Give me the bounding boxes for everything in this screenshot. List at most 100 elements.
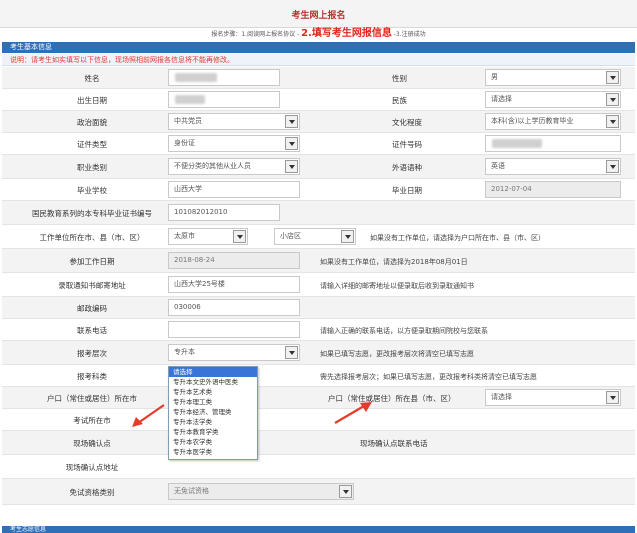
- chevron-down-icon: [606, 160, 619, 173]
- category-option[interactable]: 专升本农学类: [169, 437, 257, 447]
- blurred-birth: [175, 95, 205, 104]
- header-band: 考生网上报名 报名步骤：1.阅读网上报名协议 - 2.填写考生网报信息 -3.注…: [0, 0, 637, 39]
- category-dropdown[interactable]: 请选择 专升本文史外语中医类 专升本艺术类 专升本理工类 专升本经济、管理类 专升本法学类…: [168, 366, 258, 460]
- page-title: 考生网上报名: [291, 11, 346, 21]
- gender-value: 男: [491, 73, 498, 81]
- exemption-label: 免试资格类别: [69, 488, 115, 497]
- school-input[interactable]: 山西大学: [168, 181, 300, 198]
- blurred-id: [492, 139, 542, 148]
- work-district-select[interactable]: 小店区: [274, 228, 356, 245]
- cert-no-input[interactable]: 101082012010: [168, 204, 280, 221]
- id-type-label: 证件类型: [77, 140, 107, 149]
- ethnicity-value: 请选择: [491, 95, 512, 103]
- work-city-select[interactable]: 太原市: [168, 228, 248, 245]
- ethnicity-select[interactable]: 请选择: [485, 91, 621, 108]
- category-option[interactable]: 专升本艺术类: [169, 387, 257, 397]
- politics-select[interactable]: 中共党员: [168, 113, 300, 130]
- chevron-down-icon: [285, 160, 298, 173]
- annotation-arrow-right: [334, 402, 372, 424]
- postcode-label: 邮政编码: [77, 304, 107, 313]
- chevron-down-icon: [339, 485, 352, 498]
- phone-hint: 请输入正确的联系电话，以方便录取期间院校与您联系: [320, 327, 488, 335]
- work-loc-hint: 如果没有工作单位，请选择为户口所在市、县（市、区）: [370, 234, 545, 242]
- occupation-value: 不便分类的其他从业人员: [174, 162, 251, 170]
- chevron-down-icon: [606, 71, 619, 84]
- chevron-down-icon: [606, 391, 619, 404]
- level-hint: 如果已填写志愿，更改报考层次将清空已填写志愿: [320, 350, 474, 358]
- work-date-field[interactable]: 2018-08-24: [168, 252, 300, 269]
- id-number-input[interactable]: [485, 135, 621, 152]
- birth-input[interactable]: [168, 91, 280, 108]
- name-input[interactable]: [168, 69, 280, 86]
- postcode-input[interactable]: 030006: [168, 299, 300, 316]
- footer-section-title: 考生志愿信息: [2, 526, 635, 533]
- name-label: 姓名: [84, 74, 100, 83]
- grad-date-field: 2012-07-04: [485, 181, 621, 198]
- mail-addr-hint: 请输入详细的邮寄地址以便录取后收到录取通知书: [320, 282, 474, 290]
- work-date-hint: 如果没有工作单位，请选择为2018年08月01日: [320, 258, 468, 266]
- confirm-addr-label: 现场确认点地址: [65, 463, 119, 472]
- school-label: 毕业学校: [77, 186, 107, 195]
- work-loc-label: 工作单位所在市、县（市、区）: [39, 233, 145, 242]
- steps-prefix: 报名步骤：1.阅读网上报名协议 -: [211, 31, 300, 38]
- steps-indicator: 报名步骤：1.阅读网上报名协议 - 2.填写考生网报信息 -3.注册成功: [0, 24, 637, 39]
- steps-suffix: -3.注册成功: [393, 31, 426, 38]
- foreign-lang-select[interactable]: 英语: [485, 158, 621, 175]
- chevron-down-icon: [606, 93, 619, 106]
- exemption-select[interactable]: 无免试资格: [168, 483, 354, 500]
- chevron-down-icon: [285, 115, 298, 128]
- gender-label: 性别: [392, 74, 407, 83]
- chevron-down-icon: [341, 230, 354, 243]
- registration-page: 考生网上报名 报名步骤：1.阅读网上报名协议 - 2.填写考生网报信息 -3.注…: [0, 0, 637, 533]
- id-type-select[interactable]: 身份证: [168, 135, 300, 152]
- education-select[interactable]: 本科(含)以上学历教育毕业: [485, 113, 621, 130]
- section-title: 考生基本信息: [2, 42, 635, 53]
- confirm-point-label: 现场确认点: [73, 439, 111, 448]
- chevron-down-icon: [285, 137, 298, 150]
- level-select[interactable]: 专升本: [168, 344, 300, 361]
- phone-label: 联系电话: [77, 326, 107, 335]
- work-district-value: 小店区: [280, 232, 301, 240]
- grad-date-label: 毕业日期: [392, 186, 422, 195]
- notice-text: 说明：请考生如实填写以下信息，现场照相前网报各信息将不能再修改。: [2, 54, 635, 66]
- category-option[interactable]: 专升本文史外语中医类: [169, 377, 257, 387]
- work-city-value: 太原市: [174, 232, 195, 240]
- foreign-lang-value: 英语: [491, 162, 505, 170]
- birth-label: 出生日期: [77, 96, 107, 105]
- education-value: 本科(含)以上学历教育毕业: [491, 117, 574, 125]
- annotation-arrow-left: [132, 404, 165, 427]
- category-hint: 需先选择报考层次；如果已填写志愿，更改报考科类将清空已填写志愿: [320, 373, 537, 381]
- level-value: 专升本: [174, 348, 195, 356]
- occupation-select[interactable]: 不便分类的其他从业人员: [168, 158, 300, 175]
- level-label: 报考层次: [77, 349, 107, 358]
- foreign-lang-label: 外语语种: [392, 163, 422, 172]
- chevron-down-icon: [606, 115, 619, 128]
- id-type-value: 身份证: [174, 139, 195, 147]
- ethnicity-label: 民族: [392, 96, 407, 105]
- hukou-county-select[interactable]: 请选择: [485, 389, 621, 406]
- politics-value: 中共党员: [174, 117, 202, 125]
- phone-input[interactable]: [168, 321, 300, 338]
- politics-label: 政治面貌: [77, 118, 107, 127]
- work-date-label: 参加工作日期: [69, 257, 115, 266]
- mail-addr-input[interactable]: 山西大学25号楼: [168, 276, 300, 293]
- id-number-label: 证件号码: [392, 140, 422, 149]
- steps-current: 2.填写考生网报信息: [301, 28, 392, 39]
- category-option[interactable]: 专升本教育学类: [169, 427, 257, 437]
- education-label: 文化程度: [392, 118, 422, 127]
- chevron-down-icon: [233, 230, 246, 243]
- category-option[interactable]: 专升本法学类: [169, 417, 257, 427]
- blurred-name: [175, 73, 217, 82]
- hukou-county-value: 请选择: [491, 393, 512, 401]
- category-label: 报考科类: [77, 372, 107, 381]
- gender-select[interactable]: 男: [485, 69, 621, 86]
- occupation-label: 职业类别: [77, 163, 107, 172]
- category-option[interactable]: 请选择: [169, 367, 257, 377]
- category-option[interactable]: 专升本医学类: [169, 447, 257, 457]
- exemption-value: 无免试资格: [174, 487, 209, 495]
- cert-no-label: 国民教育系列的本专科毕业证书编号: [32, 209, 152, 218]
- category-option[interactable]: 专升本理工类: [169, 397, 257, 407]
- chevron-down-icon: [285, 346, 298, 359]
- category-option[interactable]: 专升本经济、管理类: [169, 407, 257, 417]
- confirm-phone-label: 现场确认点联系电话: [360, 439, 428, 448]
